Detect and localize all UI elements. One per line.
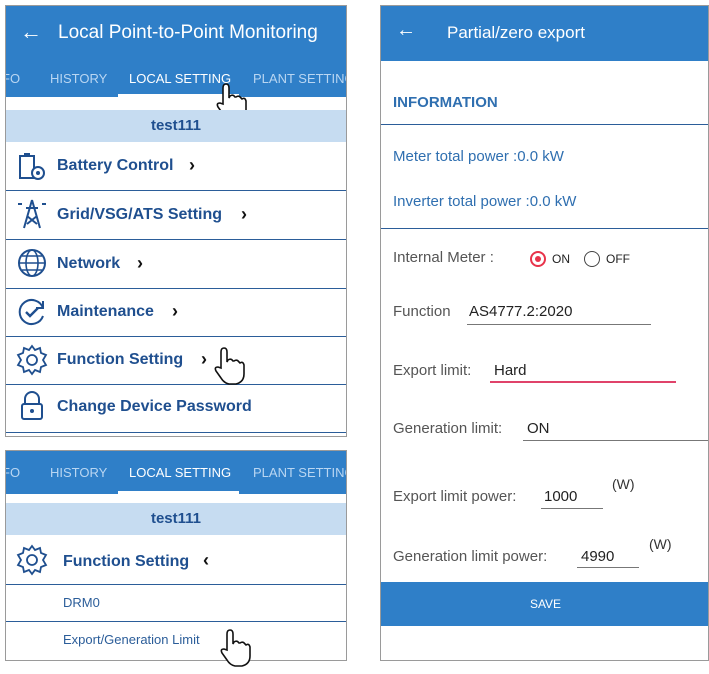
menu-label: Function Setting — [63, 553, 190, 570]
back-arrow-icon[interactable]: ← — [396, 19, 416, 42]
menu-label: Maintenance — [57, 303, 154, 320]
tab-plant-setting[interactable]: PLANT SETTING — [253, 71, 346, 86]
tab-plant-setting[interactable]: PLANT SETTING — [253, 465, 346, 480]
chevron-right-icon: › — [189, 155, 195, 175]
menu-item-function-setting[interactable]: Function Setting › — [6, 336, 346, 385]
tab-info[interactable]: FO — [6, 71, 20, 86]
generation-limit-power-underline — [577, 567, 639, 568]
generation-limit-power-unit: (W) — [649, 536, 672, 552]
menu-item-function-setting[interactable]: Function Setting ‹ — [6, 535, 346, 585]
sub-item-label: Export/Generation Limit — [63, 632, 200, 647]
menu-item-battery-control[interactable]: Battery Control › — [6, 142, 346, 191]
hand-pointer-icon — [214, 347, 245, 385]
sub-item-label: DRM0 — [63, 595, 100, 610]
tab-local-setting[interactable]: LOCAL SETTING — [129, 465, 231, 480]
save-button[interactable]: SAVE — [381, 582, 708, 626]
meter-total-power: Meter total power :0.0 kW — [393, 148, 564, 165]
radio-on[interactable] — [530, 251, 546, 267]
device-name-bar: test111 — [6, 110, 346, 142]
internal-meter-label: Internal Meter : — [393, 249, 494, 266]
lock-icon — [21, 391, 43, 420]
generation-limit-label: Generation limit: — [393, 420, 503, 437]
sub-item-drm0[interactable]: DRM0 — [6, 584, 346, 622]
tab-bar: FO HISTORY LOCAL SETTING PLANT SETTING — [6, 451, 346, 494]
info-divider — [381, 228, 708, 229]
tab-history[interactable]: HISTORY — [50, 465, 107, 480]
menu-label: Change Device Password — [57, 398, 252, 415]
page-title: Partial/zero export — [447, 23, 585, 42]
gear-icon — [16, 544, 48, 576]
chevron-right-icon: › — [172, 301, 178, 321]
radio-on-dot — [535, 256, 541, 262]
hand-pointer-icon — [220, 629, 251, 667]
export-limit-power-unit: (W) — [612, 476, 635, 492]
sub-item-export-generation-limit[interactable]: Export/Generation Limit — [6, 621, 346, 660]
tab-info[interactable]: FO — [6, 465, 20, 480]
export-limit-power-underline — [541, 508, 603, 509]
menu-item-maintenance[interactable]: Maintenance › — [6, 288, 346, 337]
refresh-check-icon — [18, 299, 44, 325]
globe-icon — [18, 249, 46, 277]
radio-on-label: ON — [552, 252, 570, 266]
chevron-right-icon: › — [201, 349, 207, 369]
chevron-right-icon: › — [241, 204, 247, 224]
export-limit-power-label: Export limit power: — [393, 488, 517, 505]
tab-bar: FO HISTORY LOCAL SETTING PLANT SETTING — [6, 61, 346, 97]
generation-limit-power-label: Generation limit power: — [393, 548, 548, 565]
partial-zero-export-panel: ← Partial/zero export INFORMATION Meter … — [380, 5, 709, 661]
page-title: Local Point-to-Point Monitoring — [58, 22, 318, 43]
export-limit-underline — [490, 381, 676, 383]
menu-item-change-password[interactable]: Change Device Password — [6, 384, 346, 433]
generation-limit-select[interactable]: ON — [527, 420, 550, 437]
function-select[interactable]: AS4777.2:2020 — [469, 303, 572, 320]
grid-tower-icon — [18, 199, 46, 229]
export-limit-power-input[interactable]: 1000 — [544, 488, 577, 505]
inverter-total-power: Inverter total power :0.0 kW — [393, 193, 577, 210]
chevron-right-icon: › — [137, 253, 143, 273]
function-label: Function — [393, 303, 451, 320]
section-divider — [381, 124, 708, 125]
generation-limit-underline — [523, 440, 708, 441]
menu-item-grid-vsg-ats[interactable]: Grid/VSG/ATS Setting › — [6, 190, 346, 240]
section-heading: INFORMATION — [393, 94, 498, 111]
export-limit-label: Export limit: — [393, 362, 472, 379]
app-header: ← Local Point-to-Point Monitoring — [6, 6, 346, 61]
radio-off-label: OFF — [606, 252, 630, 266]
function-underline — [467, 324, 651, 325]
local-monitoring-panel: ← Local Point-to-Point Monitoring FO HIS… — [5, 5, 347, 437]
chevron-left-icon: ‹ — [203, 550, 209, 570]
gear-icon — [16, 344, 48, 376]
tab-history[interactable]: HISTORY — [50, 71, 107, 86]
device-name-bar: test111 — [6, 503, 346, 535]
export-limit-select[interactable]: Hard — [494, 362, 527, 379]
battery-gear-icon — [19, 153, 45, 180]
back-arrow-icon[interactable]: ← — [20, 19, 42, 45]
save-button-label: SAVE — [529, 597, 562, 611]
radio-off[interactable] — [584, 251, 600, 267]
generation-limit-power-input[interactable]: 4990 — [581, 548, 614, 565]
menu-label: Battery Control — [57, 157, 174, 174]
menu-label: Grid/VSG/ATS Setting — [57, 206, 223, 223]
active-tab-indicator — [118, 491, 239, 494]
menu-label: Function Setting — [57, 351, 184, 368]
app-header: ← Partial/zero export — [381, 6, 708, 61]
menu-label: Network — [57, 255, 121, 272]
menu-item-network[interactable]: Network › — [6, 239, 346, 289]
function-setting-expanded-panel: FO HISTORY LOCAL SETTING PLANT SETTING t… — [5, 450, 347, 661]
